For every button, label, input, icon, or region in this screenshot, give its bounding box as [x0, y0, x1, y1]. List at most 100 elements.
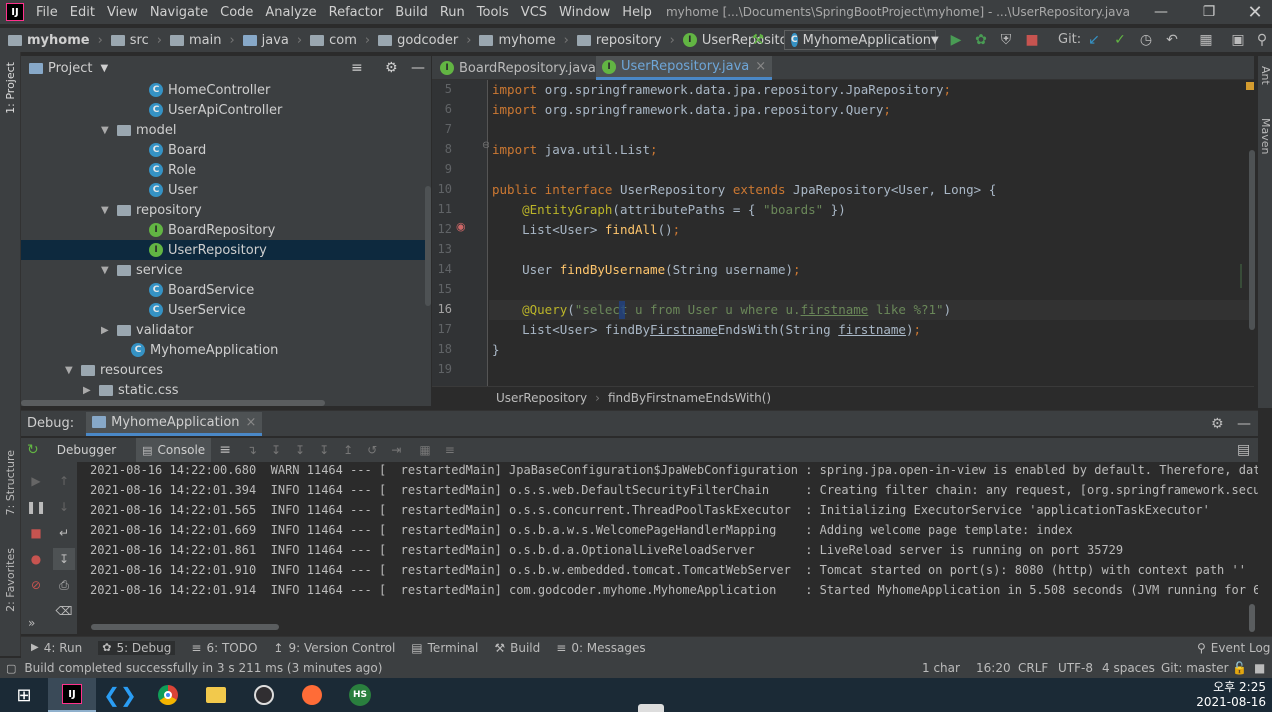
tree-item[interactable]: C HomeController — [21, 80, 426, 100]
expand-arrow-icon[interactable]: ▼ — [101, 125, 111, 136]
build-hammer-icon[interactable]: ⚒ — [748, 30, 768, 50]
chrome-taskbar-icon[interactable] — [144, 678, 192, 712]
tool-messages[interactable]: ≡ 0: Messages — [556, 641, 645, 655]
menu-code[interactable]: Code — [214, 5, 259, 20]
tree-item[interactable]: ▼ model — [21, 120, 426, 140]
ant-tool-tab[interactable]: Ant — [1259, 66, 1272, 85]
structure-tool-tab[interactable]: 7: Structure — [4, 450, 17, 515]
lock-icon[interactable]: 🔓 — [1232, 661, 1247, 675]
horizontal-scrollbar[interactable] — [21, 400, 325, 406]
print-icon[interactable]: ⎙ — [53, 574, 75, 596]
search-icon[interactable]: ⚲ — [1252, 30, 1272, 50]
debug-session-tab[interactable]: MyhomeApplication × — [86, 411, 263, 436]
git-commit-icon[interactable]: ✓ — [1110, 30, 1130, 50]
expand-arrow-icon[interactable]: ▼ — [101, 205, 111, 216]
tree-item[interactable]: I UserRepository — [21, 240, 426, 260]
run-to-cursor-icon[interactable]: ⇥ — [391, 443, 401, 457]
gear-icon[interactable]: ⚙ — [385, 60, 398, 76]
restore-layout-icon[interactable]: ▤ — [1237, 442, 1250, 458]
tool-event-log[interactable]: ⚲ Event Log — [1197, 641, 1270, 655]
caret-position[interactable]: 16:20 — [976, 661, 1011, 675]
crumb-godcoder[interactable]: godcoder › — [378, 33, 471, 48]
drop-frame-icon[interactable]: ↺ — [367, 443, 377, 457]
tree-item[interactable]: C MyhomeApplication — [21, 340, 426, 360]
menu-window[interactable]: Window — [553, 5, 616, 20]
tool-version-control[interactable]: ↥ 9: Version Control — [273, 641, 395, 655]
rollback-icon[interactable]: ↶ — [1162, 30, 1182, 50]
console-h-scrollbar[interactable] — [91, 624, 279, 630]
rerun-icon[interactable]: ↻ — [27, 442, 39, 458]
tool-terminal[interactable]: ▤ Terminal — [411, 641, 478, 655]
crumb-class[interactable]: UserRepository — [496, 391, 587, 405]
force-step-into-icon[interactable]: ↧ — [319, 443, 329, 457]
editor-scrollbar[interactable] — [1249, 150, 1255, 330]
gear-icon[interactable]: ⚙ — [1211, 416, 1224, 432]
chevron-down-icon[interactable]: ▼ — [100, 63, 108, 74]
tree-item[interactable]: I BoardRepository — [21, 220, 426, 240]
trace-icon[interactable]: ≡ — [445, 443, 455, 457]
panel-toggle-icon[interactable]: ▢ — [6, 662, 16, 675]
console-v-scrollbar[interactable] — [1249, 604, 1255, 632]
tree-item[interactable]: C UserService — [21, 300, 426, 320]
step-into-icon[interactable]: ↧ — [295, 443, 305, 457]
hs-taskbar-icon[interactable]: HS — [336, 678, 384, 712]
crumb-java[interactable]: java › — [242, 33, 302, 48]
crumb-src[interactable]: src › — [110, 33, 162, 48]
step-over-icon[interactable]: ↧ — [271, 443, 281, 457]
vscode-taskbar-icon[interactable]: ❮❯ — [96, 678, 144, 712]
git-update-icon[interactable]: ↙ — [1084, 30, 1104, 50]
tree-item[interactable]: ▶ validator — [21, 320, 426, 340]
tree-item[interactable]: ▼ service — [21, 260, 426, 280]
menu-navigate[interactable]: Navigate — [144, 5, 214, 20]
vertical-scrollbar[interactable] — [425, 186, 431, 306]
resume-icon[interactable]: ▶ — [25, 470, 47, 492]
crumb-myhome-pkg[interactable]: myhome › — [479, 33, 569, 48]
clear-all-icon[interactable]: ⌫ — [53, 600, 75, 622]
maven-tool-tab[interactable]: Maven — [1259, 118, 1272, 154]
tree-item[interactable]: C UserApiController — [21, 100, 426, 120]
system-clock[interactable]: 오후 2:25 2021-08-16 — [1196, 680, 1266, 710]
restore-icon[interactable]: ❐ — [1186, 0, 1232, 24]
menu-file[interactable]: File — [30, 5, 64, 20]
coverage-icon[interactable]: ⛨ — [996, 30, 1016, 50]
memory-indicator-icon[interactable]: ■ — [1254, 661, 1265, 675]
file-encoding[interactable]: UTF-8 — [1058, 661, 1093, 675]
menu-edit[interactable]: Edit — [64, 5, 101, 20]
menu-build[interactable]: Build — [389, 5, 434, 20]
show-execution-point-icon[interactable]: ↴ — [247, 443, 257, 457]
run-config-select[interactable]: C MyhomeApplication ▼ — [784, 30, 939, 50]
intellij-taskbar-icon[interactable]: IJ — [48, 678, 96, 712]
hide-panel-icon[interactable]: — — [1237, 416, 1251, 432]
obs-taskbar-icon[interactable] — [240, 678, 288, 712]
tool-run[interactable]: ▶ 4: Run — [31, 641, 82, 655]
scroll-to-end-icon[interactable]: ↧ — [53, 548, 75, 570]
menu-help[interactable]: Help — [616, 5, 658, 20]
tree-item[interactable]: C User — [21, 180, 426, 200]
line-separator[interactable]: CRLF — [1018, 661, 1048, 675]
expand-arrow-icon[interactable]: ▼ — [65, 365, 75, 376]
close-icon[interactable]: ✕ — [1232, 0, 1272, 24]
crumb-method[interactable]: findByFirstnameEndsWith() — [608, 391, 771, 405]
tree-item[interactable]: ▶ static.css — [21, 380, 426, 400]
close-tab-icon[interactable]: × — [246, 415, 257, 430]
tree-item[interactable]: C BoardService — [21, 280, 426, 300]
tool-todo[interactable]: ≡ 6: TODO — [191, 641, 257, 655]
status-message[interactable]: Build completed successfully in 3 s 211 … — [24, 661, 382, 675]
stop-icon[interactable]: ■ — [25, 522, 47, 544]
crumb-com[interactable]: com › — [310, 33, 370, 48]
close-tab-icon[interactable]: × — [755, 59, 766, 74]
terminal-window-icon[interactable]: ▣ — [1228, 30, 1248, 50]
crumb-main[interactable]: main › — [169, 33, 235, 48]
tab-user-repository[interactable]: I UserRepository.java × — [596, 56, 773, 80]
up-icon[interactable]: ↑ — [53, 470, 75, 492]
collapse-arrow-icon[interactable]: ▶ — [101, 325, 111, 336]
tree-item[interactable]: C Board — [21, 140, 426, 160]
tree-item[interactable]: ▼ resources — [21, 360, 426, 380]
crumb-myhome[interactable]: myhome › — [8, 33, 103, 48]
favorites-tool-tab[interactable]: 2: Favorites — [4, 548, 17, 612]
stop-icon[interactable]: ■ — [1022, 30, 1042, 50]
tab-debugger[interactable]: Debugger — [57, 443, 116, 457]
run-icon[interactable]: ▶ — [946, 30, 966, 50]
step-out-icon[interactable]: ↥ — [343, 443, 353, 457]
menu-refactor[interactable]: Refactor — [323, 5, 390, 20]
